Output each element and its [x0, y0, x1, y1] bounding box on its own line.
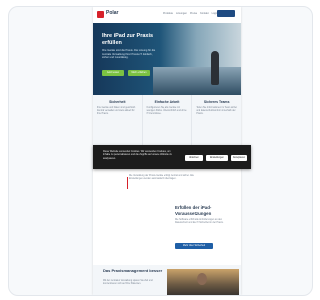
feature-column: Sicherheit Ihre Geräte und Daten sind ge…: [93, 95, 143, 147]
practice-section: Das Praxismanagement besser Mit der zent…: [93, 265, 241, 295]
person-image: [197, 273, 207, 285]
feature-title: Einfache Arbeit: [154, 100, 180, 104]
cookie-banner: Diese Website verwendet Cookies. Wir ver…: [93, 145, 251, 169]
feature-title: Sicheres Teams: [203, 100, 230, 104]
section-cta-button[interactable]: Mehr über Sicherheit: [175, 243, 213, 249]
feature-columns: Sicherheit Ihre Geräte und Daten sind ge…: [93, 95, 241, 148]
cookie-accept-button[interactable]: Akzeptieren: [231, 155, 247, 161]
section-body: Mit der zentralen Verwaltung sparen Sie …: [103, 280, 153, 286]
preview-card: Polar Produkte Lösungen Preise Kontakt L…: [8, 6, 313, 296]
hero-title: Ihre iPad zur Praxis erfüllen: [102, 33, 154, 46]
feature-column: Sicheres Teams Teilen Sie Informationen …: [192, 95, 241, 147]
feature-title: Sicherheit: [109, 100, 126, 104]
hero-primary-button[interactable]: Jetzt testen: [102, 70, 124, 76]
cookie-reject-button[interactable]: Ablehnen: [185, 155, 203, 161]
logo-text[interactable]: Polar: [106, 10, 119, 16]
hero-secondary-button[interactable]: Mehr erfahren: [128, 70, 150, 76]
hero-sea-image: [153, 67, 241, 95]
section-photo: [167, 269, 239, 295]
section-title: Erfüllen der iPad-Voraussetzungen: [175, 205, 212, 216]
feature-text: Konfigurieren Sie alle Geräte mit wenige…: [146, 107, 187, 116]
hero-banner: Ihre iPad zur Praxis erfüllen Ihre Gerät…: [93, 23, 241, 95]
nav-link[interactable]: Produkte: [163, 12, 173, 15]
section-intro: Die Verwaltung der Praxis-Geräte erfolgt…: [129, 175, 194, 181]
cookie-settings-button[interactable]: Einstellungen: [206, 155, 228, 161]
nav-links: Produkte Lösungen Preise Kontakt Login: [163, 12, 218, 15]
top-nav: Polar Produkte Lösungen Preise Kontakt L…: [93, 7, 241, 24]
accent-rule: [127, 177, 128, 189]
nav-link[interactable]: Kontakt: [200, 12, 208, 15]
hero-subtitle: Ihre Geräte sind die Praxis. Die Lösung …: [102, 49, 156, 60]
feature-text: Teilen Sie Informationen im Team sicher …: [196, 107, 238, 116]
nav-link[interactable]: Lösungen: [176, 12, 187, 15]
hero-person-image: [211, 51, 219, 85]
nav-cta-button[interactable]: [217, 10, 235, 17]
section-body: Die Software erfüllt alle Anforderungen …: [175, 219, 224, 225]
section-title: Das Praxismanagement besser: [103, 268, 163, 273]
feature-text: Ihre Geräte und Daten sind geschützt. Ze…: [97, 107, 136, 116]
logo-icon: [97, 11, 104, 18]
nav-link[interactable]: Preise: [190, 12, 197, 15]
feature-column: Einfache Arbeit Konfigurieren Sie alle G…: [143, 95, 193, 147]
cookie-text: Diese Website verwendet Cookies. Wir ver…: [103, 150, 172, 160]
security-section: Die Verwaltung der Praxis-Geräte erfolgt…: [93, 169, 241, 265]
